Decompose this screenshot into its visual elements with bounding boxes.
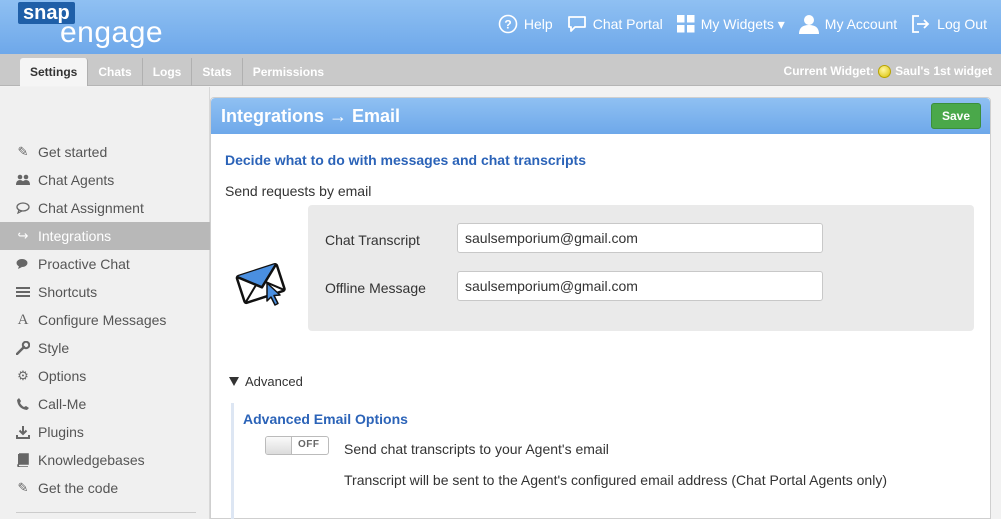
download-icon — [16, 425, 30, 439]
offline-message-email-input[interactable] — [457, 271, 823, 301]
sidebar-item-get-the-code[interactable]: ✎ Get the code — [0, 474, 210, 502]
main-tabs: Settings Chats Logs Stats Permissions — [20, 58, 334, 86]
sidebar-divider — [16, 512, 196, 513]
my-account-link[interactable]: My Account — [798, 14, 898, 34]
sidebar-item-chat-agents[interactable]: Chat Agents — [0, 166, 210, 194]
help-circle-icon: ? — [498, 14, 518, 34]
advanced-label: Advanced — [245, 374, 303, 389]
sidebar-list: ✎ Get started Chat Agents Chat Assignmen… — [0, 138, 210, 502]
page-title: Integrations → Email — [221, 106, 401, 126]
toggle-note: Transcript will be sent to the Agent's c… — [344, 472, 887, 488]
settings-sidebar: ✎ Get started Chat Agents Chat Assignmen… — [0, 87, 210, 519]
chat-transcript-email-input[interactable] — [457, 223, 823, 253]
logout-icon — [912, 15, 930, 33]
tab-logs[interactable]: Logs — [143, 58, 193, 86]
sidebar-item-get-started[interactable]: ✎ Get started — [0, 138, 210, 166]
current-widget-name: Saul's 1st widget — [895, 64, 992, 78]
advanced-toggle[interactable]: Advanced — [229, 374, 303, 389]
logo-engage-text: engage — [60, 16, 164, 49]
sidebar-item-label: Get the code — [38, 480, 119, 496]
sidebar-item-label: Proactive Chat — [38, 256, 130, 272]
panel-header: Integrations → Email Save — [211, 98, 990, 134]
chat-portal-label: Chat Portal — [592, 16, 663, 32]
speech-bubble-icon — [16, 201, 30, 215]
current-widget-label: Current Widget: — [783, 64, 875, 78]
chat-bubble-icon — [567, 16, 586, 32]
widget-status-icon — [878, 64, 892, 78]
my-widgets-menu[interactable]: My Widgets ▾ — [676, 15, 785, 33]
sidebar-item-plugins[interactable]: Plugins — [0, 418, 210, 446]
send-transcripts-toggle[interactable]: OFF — [265, 436, 329, 455]
tab-stats[interactable]: Stats — [192, 58, 243, 86]
advanced-title: Advanced Email Options — [243, 411, 408, 427]
sidebar-item-label: Integrations — [38, 228, 112, 244]
current-widget-selector[interactable]: Current Widget: Saul's 1st widget — [784, 64, 992, 78]
wrench-icon — [16, 341, 30, 355]
sidebar-item-integrations[interactable]: ↪ Integrations — [0, 222, 210, 250]
edit-icon: ✎ — [17, 480, 29, 495]
offline-message-label: Offline Message — [325, 280, 426, 296]
chat-portal-link[interactable]: Chat Portal — [567, 15, 663, 33]
tab-settings[interactable]: Settings — [20, 58, 89, 86]
chat-bubbles-icon — [16, 257, 30, 271]
phone-icon — [16, 397, 30, 411]
user-icon — [798, 15, 819, 34]
advanced-email-options: Advanced Email Options OFF Send chat tra… — [231, 403, 981, 519]
toggle-description: Send chat transcripts to your Agent's em… — [344, 441, 609, 457]
top-nav: ? Help Chat Portal My Widgets ▾ My Accou… — [498, 14, 987, 34]
font-icon: A — [17, 311, 29, 328]
tab-permissions[interactable]: Permissions — [243, 58, 334, 86]
toggle-state-text: OFF — [298, 439, 320, 450]
sidebar-item-chat-assignment[interactable]: Chat Assignment — [0, 194, 210, 222]
grid-icon — [676, 15, 695, 33]
sidebar-item-label: Knowledgebases — [38, 452, 145, 468]
sidebar-item-label: Options — [38, 368, 87, 384]
svg-text:?: ? — [504, 18, 511, 32]
log-out-label: Log Out — [937, 16, 987, 32]
sidebar-item-label: Shortcuts — [38, 284, 98, 300]
chat-transcript-label: Chat Transcript — [325, 232, 420, 248]
help-link[interactable]: ? Help — [498, 14, 553, 34]
sidebar-item-label: Call-Me — [38, 396, 87, 412]
my-account-label: My Account — [824, 16, 898, 32]
help-label: Help — [523, 16, 553, 32]
sidebar-item-style[interactable]: Style — [0, 334, 210, 362]
save-button[interactable]: Save — [931, 103, 981, 129]
sidebar-item-shortcuts[interactable]: Shortcuts — [0, 278, 210, 306]
my-widgets-label: My Widgets ▾ — [700, 15, 785, 32]
sidebar-item-configure-messages[interactable]: A Configure Messages — [0, 306, 210, 334]
tab-bar: Settings Chats Logs Stats Permissions Cu… — [0, 54, 1001, 86]
sidebar-item-options[interactable]: ⚙ Options — [0, 362, 210, 390]
users-icon — [16, 173, 30, 187]
share-arrow-icon: ↪ — [17, 228, 29, 243]
toggle-knob — [266, 437, 292, 454]
sidebar-item-label: Chat Agents — [38, 172, 115, 188]
sidebar-item-knowledgebases[interactable]: Knowledgebases — [0, 446, 210, 474]
sidebar-item-label: Chat Assignment — [38, 200, 144, 216]
integrations-email-panel: Integrations → Email Save Decide what to… — [210, 97, 991, 519]
email-envelope-icon — [235, 262, 286, 306]
triangle-down-icon — [229, 377, 239, 386]
log-out-link[interactable]: Log Out — [911, 14, 987, 34]
sidebar-item-label: Plugins — [38, 424, 84, 440]
sidebar-item-label: Get started — [38, 144, 108, 160]
edit-icon: ✎ — [17, 144, 29, 159]
send-requests-label: Send requests by email — [225, 183, 372, 199]
book-icon — [16, 453, 30, 467]
tab-chats[interactable]: Chats — [88, 58, 143, 86]
gear-icon: ⚙ — [17, 368, 29, 383]
sidebar-item-label: Style — [38, 340, 70, 356]
section-subtitle: Decide what to do with messages and chat… — [225, 152, 586, 168]
list-icon — [16, 285, 30, 299]
sidebar-item-label: Configure Messages — [38, 312, 167, 328]
top-header: snap engage ? Help Chat Portal My Widget… — [0, 0, 1001, 54]
sidebar-item-call-me[interactable]: Call-Me — [0, 390, 210, 418]
sidebar-item-proactive-chat[interactable]: Proactive Chat — [0, 250, 210, 278]
